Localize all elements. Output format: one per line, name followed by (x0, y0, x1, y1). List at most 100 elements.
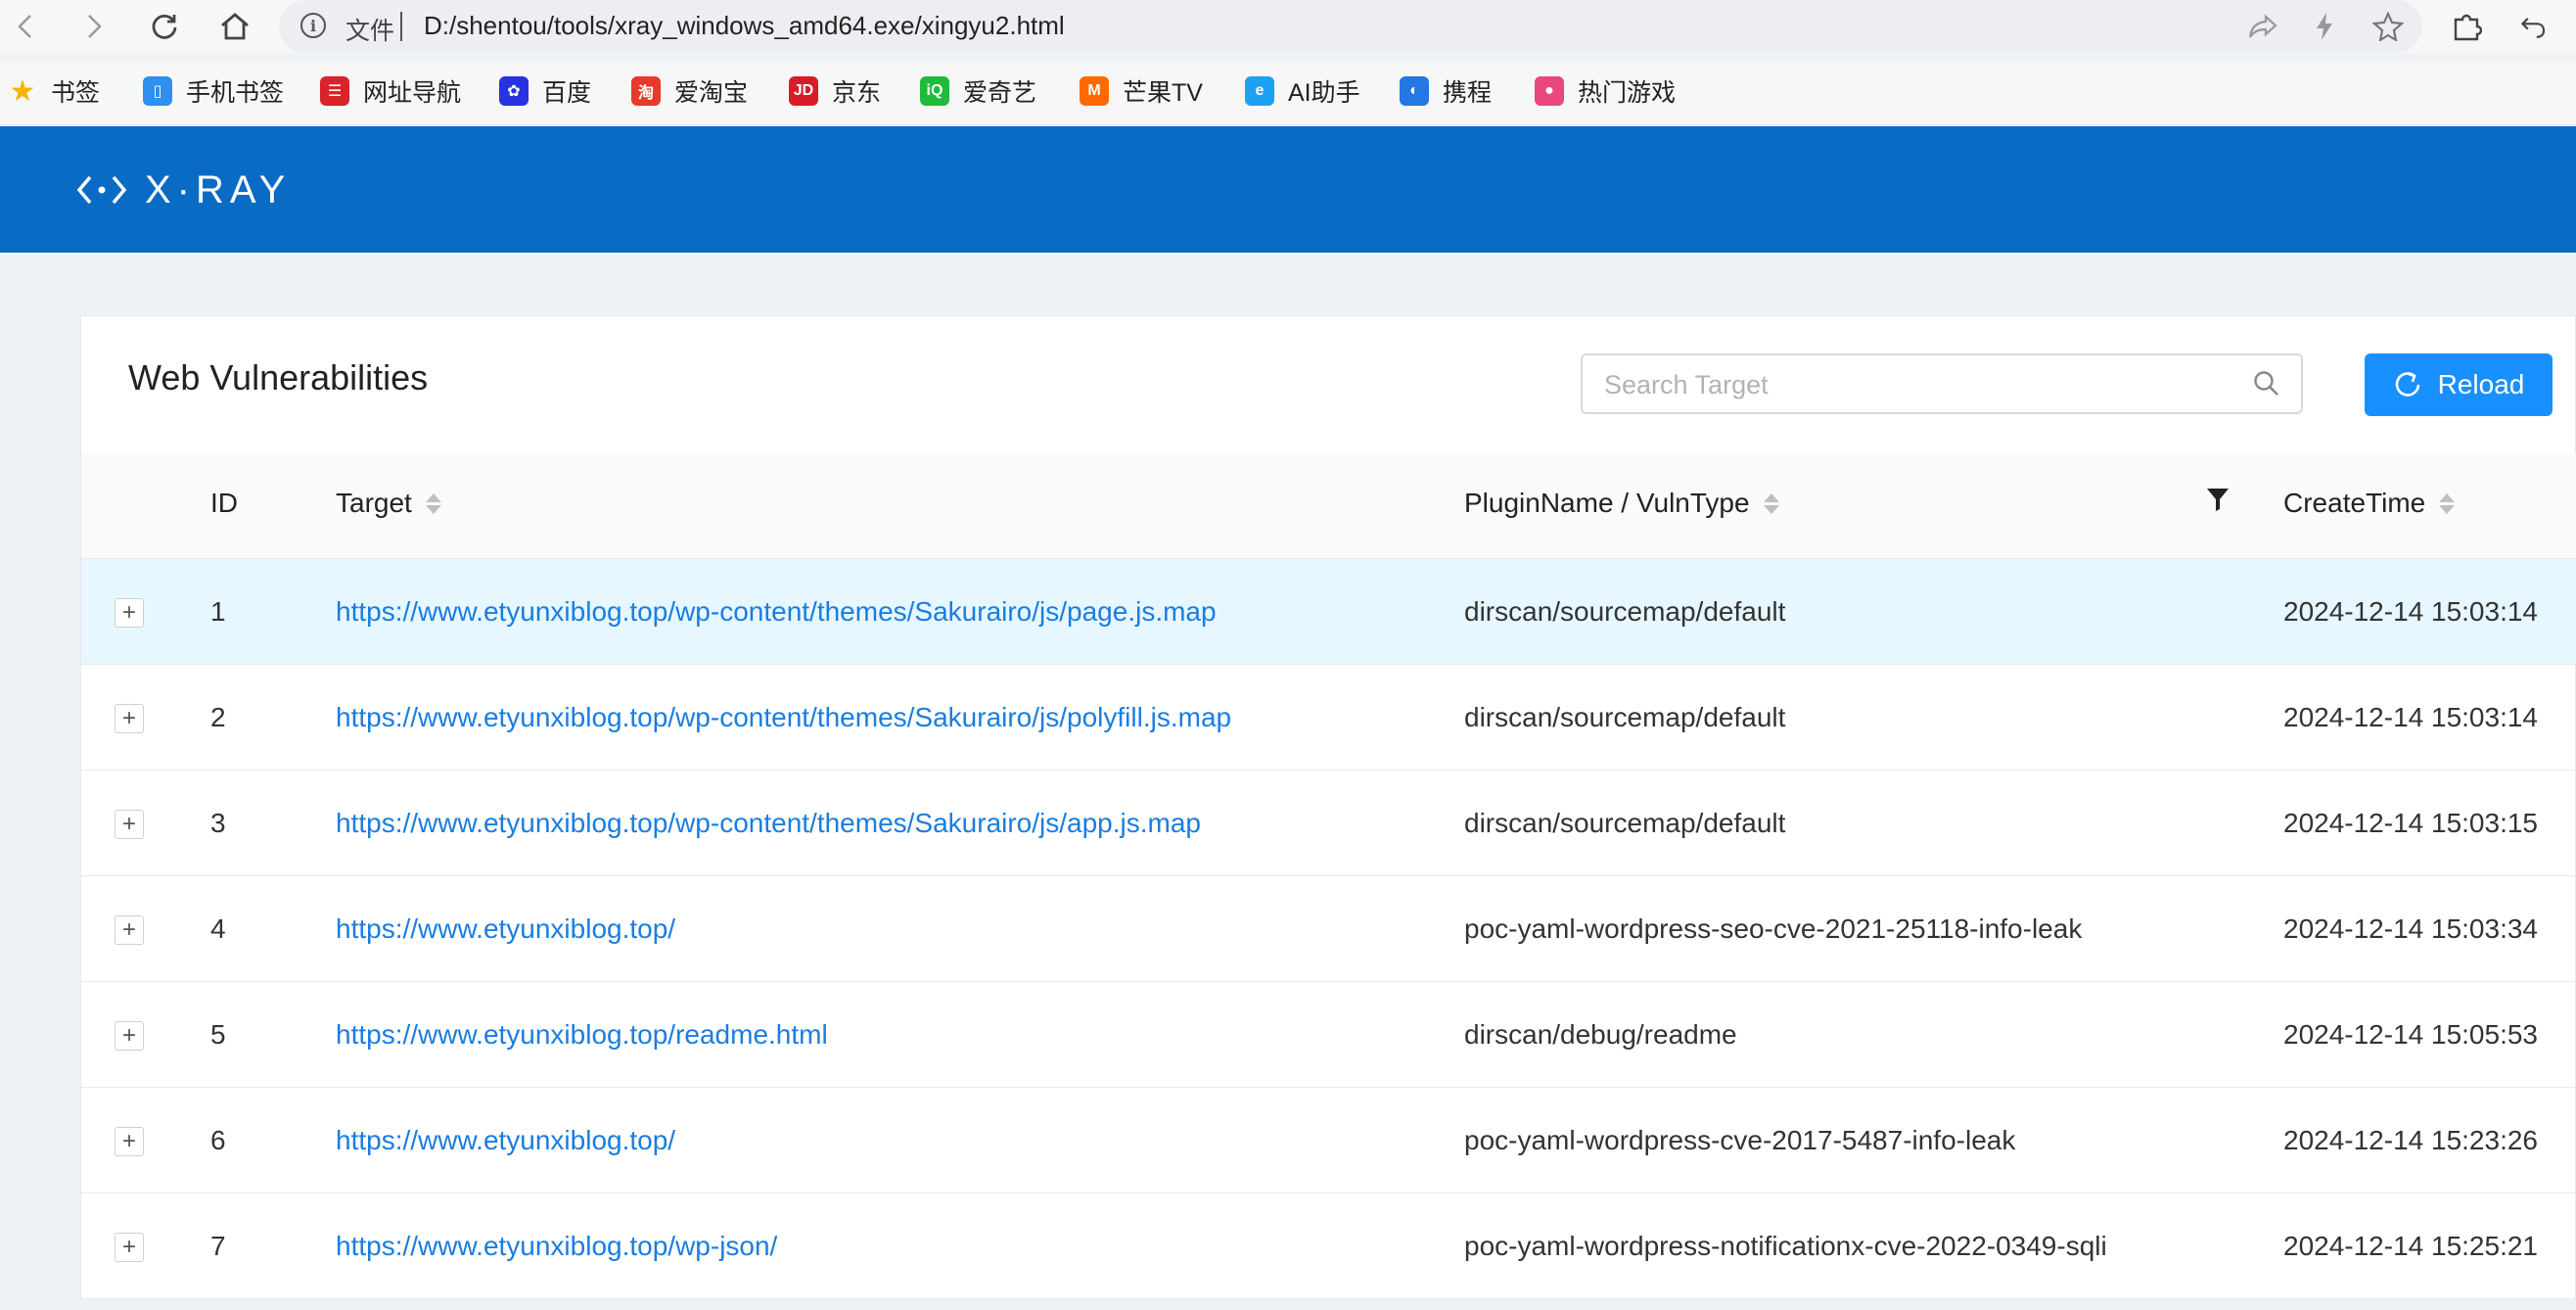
cell-plugin: poc-yaml-wordpress-notificationx-cve-202… (1464, 1231, 2107, 1261)
column-target[interactable]: Target (336, 488, 441, 519)
vulnerabilities-card: Web Vulnerabilities Reload ID Target Plu… (80, 315, 2576, 1299)
cell-plugin: dirscan/sourcemap/default (1464, 596, 1786, 627)
expand-row-icon[interactable]: + (115, 598, 144, 628)
expand-row-icon[interactable]: + (115, 810, 144, 839)
xray-logo-mark-icon (76, 175, 127, 205)
bookmark-ctrip[interactable]: ◐ 携程 (1400, 72, 1492, 110)
lightning-icon[interactable] (2308, 10, 2341, 43)
bookmark-label: 携程 (1443, 79, 1493, 107)
bookmark-label: 书签 (51, 79, 101, 107)
info-icon[interactable]: i (300, 13, 326, 38)
extensions-icon[interactable] (2449, 9, 2484, 44)
home-icon[interactable] (217, 9, 253, 44)
expand-row-icon[interactable]: + (115, 1127, 144, 1156)
cell-id: 6 (210, 1125, 226, 1155)
column-createtime-label: CreateTime (2283, 488, 2426, 518)
bookmark-mango[interactable]: M 芒果TV (1080, 72, 1203, 110)
favorite-star-icon[interactable] (2371, 10, 2405, 43)
expand-row-icon[interactable]: + (115, 704, 144, 733)
cell-target-link[interactable]: https://www.etyunxiblog.top/ (336, 913, 675, 945)
cell-id: 1 (210, 596, 226, 627)
taobao-icon: 淘 (631, 76, 661, 106)
address-separator (400, 12, 402, 41)
cell-plugin: dirscan/sourcemap/default (1464, 808, 1786, 838)
bookmark-label: AI助手 (1288, 79, 1360, 107)
cell-target-link[interactable]: https://www.etyunxiblog.top/ (336, 1125, 675, 1156)
share-icon[interactable] (2246, 10, 2279, 43)
bookmarks-bar: ★ 书签 ▯ 手机书签 ☰ 网址导航 ✿ 百度 淘爱淘宝 JD 京东 iQ 爱奇艺 M 芒果TV e AI助手 ◐… (0, 61, 2576, 123)
column-id[interactable]: ID (210, 488, 238, 519)
expand-row-icon[interactable]: + (115, 915, 144, 945)
table-row[interactable]: +1 https://www.etyunxiblog.top/wp-content… (81, 559, 2576, 665)
cell-target-link[interactable]: https://www.etyunxiblog.top/wp-content/t… (336, 596, 1217, 628)
ctrip-icon: ◐ (1400, 76, 1429, 106)
column-createtime[interactable]: CreateTime (2283, 488, 2456, 519)
page-title: Web Vulnerabilities (128, 357, 429, 398)
table-row[interactable]: +5 https://www.etyunxiblog.top/readme.htm… (81, 982, 2576, 1088)
cell-id: 4 (210, 913, 226, 944)
cell-id: 2 (210, 702, 226, 732)
address-scheme: 文件 (345, 18, 395, 45)
column-target-label: Target (336, 488, 412, 518)
bookmark-jd[interactable]: JD 京东 (789, 72, 881, 110)
cell-plugin: poc-yaml-wordpress-seo-cve-2021-25118-in… (1464, 913, 2083, 944)
bookmark-label: 爱奇艺 (963, 79, 1037, 107)
filter-icon[interactable] (2205, 486, 2231, 513)
logo-text: X·RAY (145, 167, 292, 211)
iqiyi-icon: iQ (920, 76, 949, 106)
search-input[interactable] (1602, 365, 2232, 404)
bookmark-phone[interactable]: ▯ 手机书签 (143, 72, 284, 110)
bookmark-star[interactable]: ★ 书签 (8, 72, 100, 110)
cell-plugin: poc-yaml-wordpress-cve-2017-5487-info-le… (1464, 1125, 2016, 1155)
address-url[interactable]: D:/shentou/tools/xray_windows_amd64.exe/… (424, 11, 1065, 41)
star-icon: ★ (9, 74, 36, 108)
sort-icon[interactable] (425, 492, 441, 514)
cell-createtime: 2024-12-14 15:03:34 (2283, 913, 2538, 944)
sort-icon[interactable] (2439, 492, 2456, 514)
bookmark-label: 芒果TV (1123, 79, 1203, 107)
undo-menu-icon[interactable] (2517, 9, 2553, 44)
back-icon[interactable] (8, 9, 43, 44)
cell-id: 3 (210, 808, 226, 838)
bookmark-ai[interactable]: e AI助手 (1245, 72, 1360, 110)
table-row[interactable]: +6 https://www.etyunxiblog.top/poc-yaml-w… (81, 1088, 2576, 1193)
column-plugin[interactable]: PluginName / VulnType (1464, 488, 1779, 519)
table-row[interactable]: +3 https://www.etyunxiblog.top/wp-content… (81, 771, 2576, 876)
bookmark-nav[interactable]: ☰ 网址导航 (320, 72, 461, 110)
refresh-icon[interactable] (147, 9, 182, 44)
cell-target-link[interactable]: https://www.etyunxiblog.top/wp-content/t… (336, 702, 1231, 733)
bookmark-baidu[interactable]: ✿ 百度 (499, 72, 591, 110)
expand-row-icon[interactable]: + (115, 1021, 144, 1051)
bookmark-label: 百度 (542, 79, 592, 107)
search-icon[interactable] (2252, 369, 2281, 398)
table-row[interactable]: +2 https://www.etyunxiblog.top/wp-content… (81, 665, 2576, 771)
nav-icon: ☰ (320, 76, 349, 106)
bookmark-label: 热门游戏 (1578, 79, 1677, 107)
bookmark-game[interactable]: ● 热门游戏 (1535, 72, 1676, 110)
cell-target-link[interactable]: https://www.etyunxiblog.top/readme.html (336, 1019, 828, 1051)
xray-logo[interactable]: X·RAY (76, 165, 291, 214)
ai-icon: e (1245, 76, 1274, 106)
sort-icon[interactable] (1763, 492, 1779, 514)
cell-createtime: 2024-12-14 15:23:26 (2283, 1125, 2538, 1155)
forward-icon[interactable] (76, 9, 112, 44)
table-row[interactable]: +7 https://www.etyunxiblog.top/wp-json/po… (81, 1193, 2576, 1299)
table-row[interactable]: +4 https://www.etyunxiblog.top/poc-yaml-w… (81, 876, 2576, 982)
cell-target-link[interactable]: https://www.etyunxiblog.top/wp-json/ (336, 1231, 777, 1262)
browser-toolbar: i 文件 D:/shentou/tools/xray_windows_amd64… (0, 0, 2576, 53)
bookmark-label: 网址导航 (363, 79, 462, 107)
bookmark-label: 手机书签 (186, 79, 285, 107)
cell-target-link[interactable]: https://www.etyunxiblog.top/wp-content/t… (336, 808, 1201, 839)
reload-icon (2395, 372, 2419, 397)
bookmark-taobao[interactable]: 淘爱淘宝 (631, 72, 748, 110)
expand-row-icon[interactable]: + (115, 1233, 144, 1262)
search-box[interactable] (1581, 353, 2303, 414)
baidu-icon: ✿ (499, 76, 529, 106)
mango-icon: M (1080, 76, 1109, 106)
cell-createtime: 2024-12-14 15:03:15 (2283, 808, 2538, 838)
reload-button[interactable]: Reload (2365, 353, 2553, 416)
bookmark-iqiyi[interactable]: iQ 爱奇艺 (920, 72, 1036, 110)
address-bar[interactable]: i 文件 D:/shentou/tools/xray_windows_amd64… (279, 0, 2422, 53)
cell-plugin: dirscan/debug/readme (1464, 1019, 1737, 1050)
bookmark-label: 爱淘宝 (674, 79, 749, 107)
